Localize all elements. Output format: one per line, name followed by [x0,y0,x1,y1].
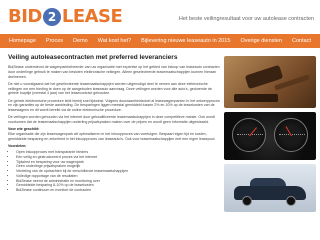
site-header: BID 2 LEASE Het beste veilingresultaat voo… [0,0,320,34]
paragraph: Elke organisatie die zijn leasewagenpark… [8,132,216,141]
site-logo[interactable]: BID 2 LEASE [8,4,123,28]
logo-bid: BID [8,5,42,27]
paragraph: Bid2lease ondersteunt de wagenparkbeheer… [8,65,220,79]
nav-item-wat-kost-het[interactable]: Wat kost het? [93,38,136,44]
sidebar-images [224,56,316,234]
car-image [224,164,316,212]
nav-item-overige-diensten[interactable]: Overige diensten [235,38,287,44]
paragraph: De gehele elektronische procedure leidt … [8,98,220,113]
paragraph: De veilingen worden gehouden via het int… [8,115,215,125]
logo-lease: LEASE [61,5,123,27]
nav-item-demo[interactable]: Demo [68,38,93,44]
gavel-image [224,56,316,108]
site-tagline: Het beste veilingresultaat voor uw autol… [178,16,314,22]
list-item: Bid2lease continuum en monitort de contr… [16,188,220,193]
main-content: Veiling autoleasecontracten met preferre… [0,48,320,240]
paragraph: De niet u voorafgaand dat het geselectee… [8,81,212,96]
article: Veiling autoleasecontracten met preferre… [8,54,220,193]
main-nav: Homepage Proces Demo Wat kost het? Bijle… [0,34,320,48]
list-heading: Voordelen: [8,144,27,149]
benefits-list: Open inkoopproces met transparante biede… [8,150,220,193]
nav-item-homepage[interactable]: Homepage [0,38,41,44]
nav-item-contact[interactable]: Contact [287,38,316,44]
nav-item-proces[interactable]: Proces [41,38,68,44]
nav-item-bijlevering[interactable]: Bijlevering nieuwe leaseauto in 2015 [136,38,235,44]
page-title: Veiling autoleasecontracten met preferre… [8,54,178,61]
gauge-icon [274,118,308,152]
dashboard-gauges-image [224,112,316,160]
logo-2-badge: 2 [42,7,61,26]
gauge-icon [232,118,266,152]
